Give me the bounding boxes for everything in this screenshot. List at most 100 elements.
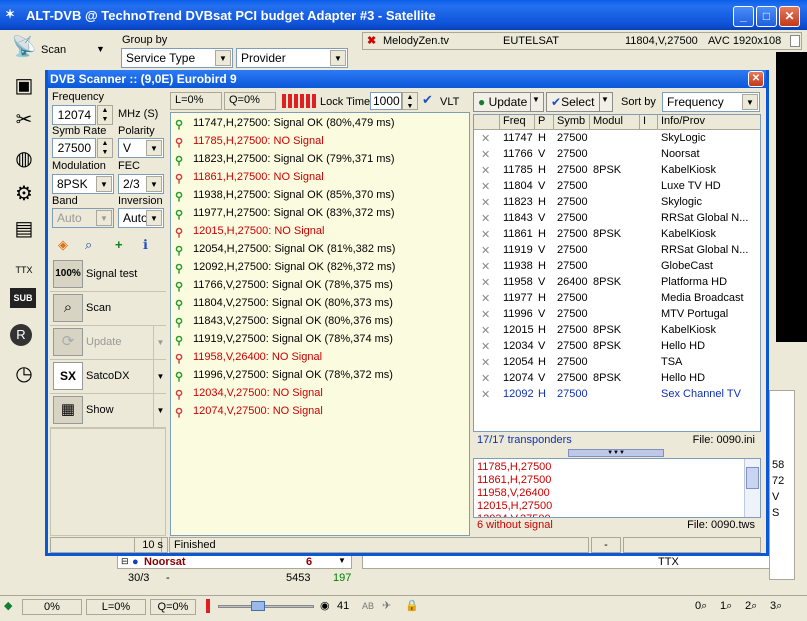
- group-by-select[interactable]: Service Type ▼: [121, 48, 233, 68]
- table-row[interactable]: ✕ 11938 H 27500 GlobeCast: [474, 258, 760, 274]
- chevron-down-icon[interactable]: ▼: [338, 556, 346, 565]
- ttx-icon[interactable]: TTX: [10, 256, 38, 284]
- refresh-icon[interactable]: ◈: [58, 237, 68, 253]
- delete-icon[interactable]: ✕: [481, 324, 504, 337]
- delete-icon[interactable]: ✕: [481, 196, 504, 209]
- group-sort-select[interactable]: Provider ▼: [236, 48, 348, 68]
- scan-button[interactable]: ⌕ Scan: [50, 292, 166, 326]
- table-row[interactable]: ✕ 11766 V 27500 Noorsat: [474, 146, 760, 162]
- table-row[interactable]: ✕ 12054 H 27500 TSA: [474, 354, 760, 370]
- table-row[interactable]: ✕ 11785 H 27500 8PSK KabelKiosk: [474, 162, 760, 178]
- satellite-dish-icon[interactable]: 📡: [10, 33, 38, 61]
- delete-icon[interactable]: ✕: [481, 180, 504, 193]
- modulation-select[interactable]: 8PSK ▼: [52, 174, 114, 194]
- subtitle-icon[interactable]: SUB: [10, 288, 36, 308]
- info-icon[interactable]: ℹ: [143, 237, 148, 253]
- symb-rate-input[interactable]: 27500: [52, 138, 96, 158]
- scan-label[interactable]: Scan: [41, 44, 66, 56]
- zoom-3[interactable]: 3⌕: [770, 600, 782, 613]
- group-row[interactable]: ⊟ ● Noorsat 6 ▼: [117, 555, 352, 569]
- table-row[interactable]: ✕ 11919 V 27500 RRSat Global N...: [474, 242, 760, 258]
- update-dropdown[interactable]: ▼: [530, 92, 544, 112]
- tools-icon[interactable]: ✂: [10, 106, 38, 134]
- delete-icon[interactable]: ✕: [481, 308, 504, 321]
- column-header[interactable]: Info/Prov: [658, 115, 760, 130]
- chevron-down-icon[interactable]: ▼: [153, 326, 167, 360]
- chevron-down-icon[interactable]: ▼: [153, 394, 167, 428]
- delete-icon[interactable]: ✕: [481, 244, 504, 257]
- add-icon[interactable]: +: [115, 237, 123, 252]
- column-header[interactable]: Symb: [554, 115, 590, 130]
- volume-thumb[interactable]: [251, 601, 266, 611]
- column-header[interactable]: I: [640, 115, 658, 130]
- lock-time-spinner[interactable]: ▲ ▼: [402, 92, 418, 110]
- delete-icon[interactable]: ✕: [481, 388, 504, 401]
- lock-time-input[interactable]: 1000: [370, 92, 402, 110]
- frequency-input[interactable]: 12074: [52, 105, 96, 125]
- table-row[interactable]: ✕ 11996 V 27500 MTV Portugal: [474, 306, 760, 322]
- timer-icon[interactable]: ◷: [10, 360, 38, 388]
- fec-select[interactable]: 2/3 ▼: [118, 174, 164, 194]
- delete-icon[interactable]: ✕: [481, 276, 504, 289]
- minimize-button[interactable]: _: [733, 6, 754, 27]
- delete-icon[interactable]: ✕: [481, 340, 504, 353]
- gear-icon[interactable]: ⚙: [10, 180, 38, 208]
- table-row[interactable]: ✕ 11804 V 27500 Luxe TV HD: [474, 178, 760, 194]
- column-header[interactable]: [474, 115, 500, 130]
- update-side-button[interactable]: ⟳ Update ▼: [50, 326, 166, 360]
- scrollbar-thumb[interactable]: [746, 467, 759, 489]
- zoom-0[interactable]: 0⌕: [695, 600, 707, 613]
- zoom-2[interactable]: 2⌕: [745, 600, 757, 613]
- delete-icon[interactable]: ✕: [481, 356, 504, 369]
- table-row[interactable]: ✕ 11823 H 27500 Skylogic: [474, 194, 760, 210]
- delete-icon[interactable]: ✕: [481, 292, 504, 305]
- search-icon[interactable]: ⌕: [85, 237, 92, 253]
- table-row[interactable]: ✕ 12034 V 27500 8PSK Hello HD: [474, 338, 760, 354]
- symb-rate-spinner[interactable]: ▲ ▼: [97, 138, 113, 158]
- signal-test-button[interactable]: 100% Signal test: [50, 258, 166, 292]
- table-row[interactable]: ✕ 12015 H 27500 8PSK KabelKiosk: [474, 322, 760, 338]
- close-icon[interactable]: ✖: [367, 34, 376, 47]
- frequency-spinner[interactable]: ▲ ▼: [97, 105, 113, 125]
- checkmark-icon[interactable]: ✔: [422, 92, 433, 108]
- column-header[interactable]: Modul: [590, 115, 640, 130]
- delete-icon[interactable]: ✕: [481, 260, 504, 273]
- polarity-select[interactable]: V ▼: [118, 138, 164, 158]
- scanner-close-button[interactable]: ✕: [748, 71, 764, 87]
- film-icon[interactable]: ▤: [10, 215, 38, 243]
- table-row[interactable]: ✕ 11747 H 27500 SkyLogic: [474, 130, 760, 146]
- close-button[interactable]: ✕: [779, 6, 800, 27]
- delete-icon[interactable]: ✕: [481, 132, 504, 145]
- column-header[interactable]: P: [535, 115, 554, 130]
- satcodx-button[interactable]: SX SatcoDX ▼: [50, 360, 166, 394]
- table-row[interactable]: ✕ 11843 V 27500 RRSat Global N...: [474, 210, 760, 226]
- zoom-1[interactable]: 1⌕: [720, 600, 732, 613]
- delete-icon[interactable]: ✕: [481, 228, 504, 241]
- select-dropdown[interactable]: ▼: [599, 92, 613, 112]
- table-row[interactable]: ✕ 11958 V 26400 8PSK Platforma HD: [474, 274, 760, 290]
- no-signal-scrollbar[interactable]: [744, 459, 760, 517]
- checkbox[interactable]: [790, 35, 800, 47]
- scan-dropdown-icon[interactable]: ▼: [96, 44, 105, 54]
- globe-icon[interactable]: ◍: [10, 145, 38, 173]
- splitter-handle[interactable]: ▼▼▼: [568, 449, 664, 457]
- lock-icon[interactable]: 🔒: [405, 599, 419, 612]
- band-select[interactable]: Auto ▼: [52, 208, 114, 228]
- table-row[interactable]: ✕ 12092 H 27500 Sex Channel TV: [474, 386, 760, 402]
- column-header[interactable]: Freq: [500, 115, 535, 130]
- volume-slider[interactable]: [218, 601, 314, 611]
- monitor-icon[interactable]: ▣: [10, 72, 38, 100]
- record-icon[interactable]: R: [10, 324, 32, 346]
- delete-icon[interactable]: ✕: [481, 372, 504, 385]
- delete-icon[interactable]: ✕: [481, 212, 504, 225]
- collapse-icon[interactable]: ⊟: [121, 556, 129, 567]
- table-row[interactable]: ✕ 12074 V 27500 8PSK Hello HD: [474, 370, 760, 386]
- inversion-select[interactable]: Auto ▼: [118, 208, 164, 228]
- sort-by-select[interactable]: Frequency ▼: [662, 92, 760, 112]
- table-row[interactable]: ✕ 11977 H 27500 Media Broadcast: [474, 290, 760, 306]
- delete-icon[interactable]: ✕: [481, 164, 504, 177]
- maximize-button[interactable]: □: [756, 6, 777, 27]
- chevron-down-icon[interactable]: ▼: [153, 360, 167, 394]
- delete-icon[interactable]: ✕: [481, 148, 504, 161]
- table-row[interactable]: ✕ 11861 H 27500 8PSK KabelKiosk: [474, 226, 760, 242]
